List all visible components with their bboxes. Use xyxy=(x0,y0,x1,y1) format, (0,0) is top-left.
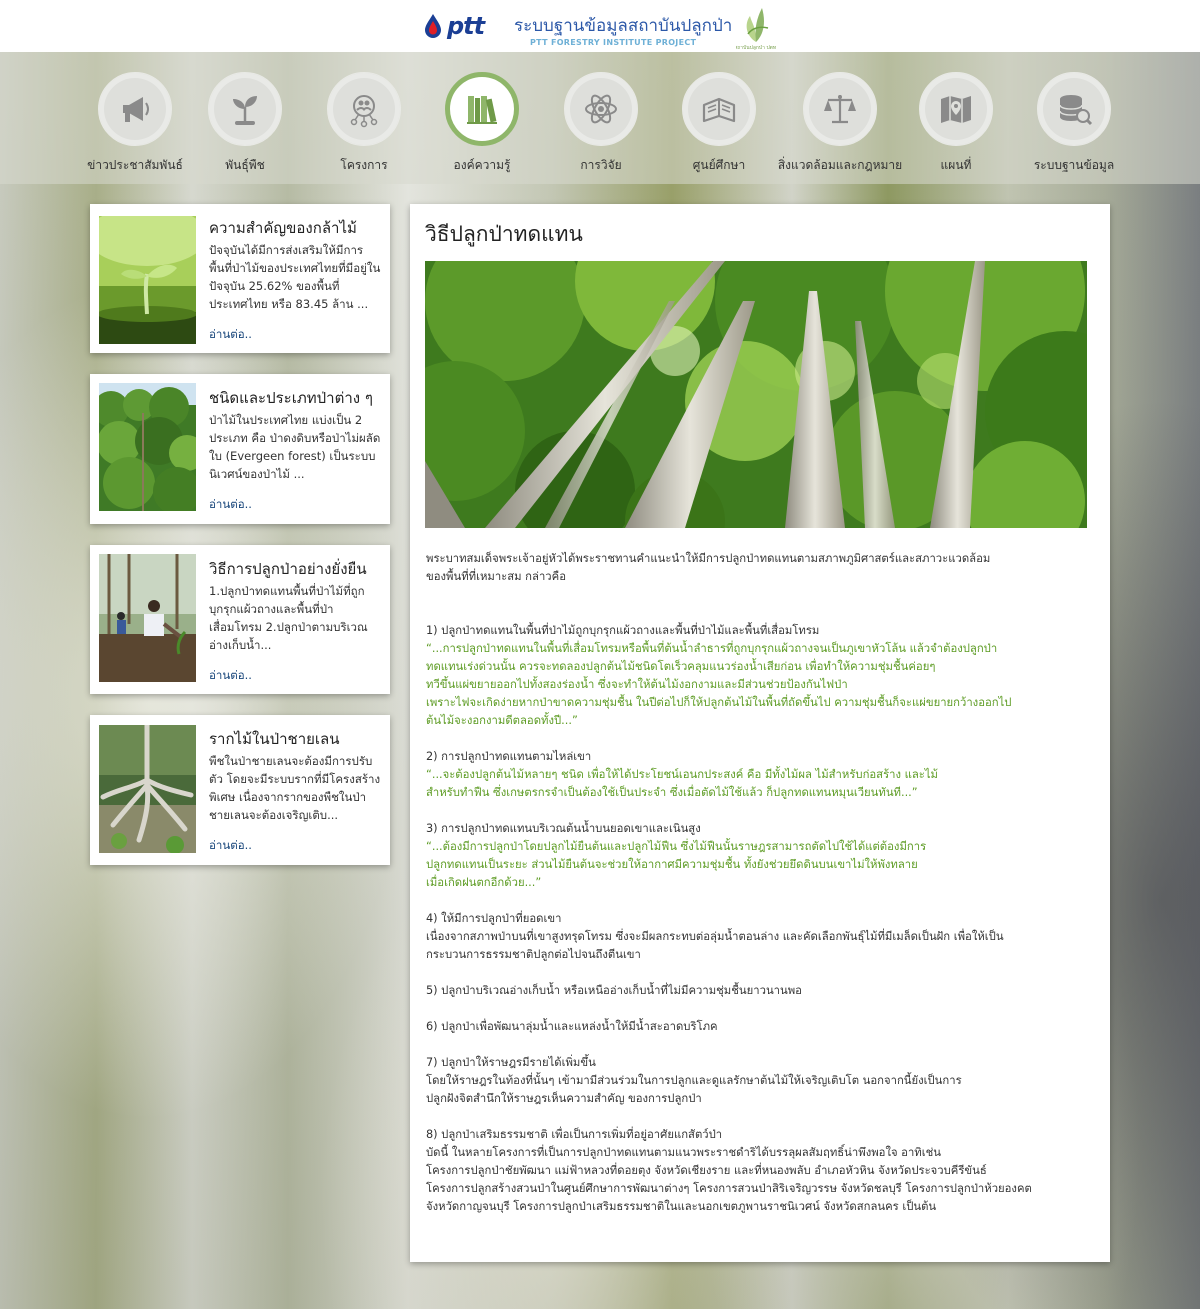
main-nav: ข่าวประชาสัมพันธ์ พันธุ์พืช โครงการ องค์… xyxy=(0,52,1200,184)
open-book-icon xyxy=(682,72,756,146)
section-text: เนื่องจากสภาพป่าบนที่เขาสูงทรุดโทรม ซึ่ง… xyxy=(426,930,1004,943)
card-thumbnail-seedling[interactable] xyxy=(99,216,196,344)
article-title: วิธีปลูกป่าทดแทน xyxy=(425,222,583,246)
article-hero-image xyxy=(425,261,1087,528)
section-heading: 5) ปลูกป่าบริเวณอ่างเก็บน้ำ หรือเหนืออ่า… xyxy=(426,984,802,997)
sprout-icon xyxy=(208,72,282,146)
ptt-wordmark: ptt xyxy=(447,12,485,40)
section-text: โครงการปลูกสร้างสวนป่าในศูนย์ศึกษาการพัฒ… xyxy=(426,1182,1032,1195)
card-thumbnail-forest[interactable] xyxy=(99,383,196,511)
article-card[interactable]: ชนิดและประเภทป่าต่าง ๆ ป่าไม้ในประเทศไทย… xyxy=(90,374,390,524)
read-more-link[interactable]: อ่านต่อ.. xyxy=(209,326,252,344)
section-heading: 4) ให้มีการปลูกป่าที่ยอดเขา xyxy=(426,912,562,925)
atom-icon xyxy=(564,72,638,146)
article-card[interactable]: วิธีการปลูกป่าอย่างยั่งยืน 1.ปลูกป่าทดแท… xyxy=(90,545,390,694)
svg-text:สถาบันปลูกป่า ปตท.: สถาบันปลูกป่า ปตท. xyxy=(736,45,776,50)
card-title[interactable]: ชนิดและประเภทป่าต่าง ๆ xyxy=(209,386,385,410)
card-excerpt: ปัจจุบันได้มีการส่งเสริมให้มีการพื้นที่ป… xyxy=(209,243,381,311)
royal-quote-line: เมื่อเกิดฝนตกอีกด้วย...” xyxy=(426,876,542,889)
royal-quote-line: “...การปลูกป่าทดแทนในพื้นที่เสื่อมโทรมหร… xyxy=(426,642,998,655)
card-thumbnail-planting[interactable] xyxy=(99,554,196,682)
royal-quote-line: สำหรับทำฟืน ซึ่งเกษตรกรจำเป็นต้องใช้เป็น… xyxy=(426,786,918,799)
section-text: โดยให้ราษฎรในท้องที่นั้นๆ เข้ามามีส่วนร่… xyxy=(426,1074,962,1087)
section-heading: 7) ปลูกป่าให้ราษฎรมีรายได้เพิ่มขึ้น xyxy=(426,1056,596,1069)
royal-quote-line: ทดแทนเร่งด่วนนั้น ควรจะทดลองปลูกต้นไม้ชน… xyxy=(426,660,936,673)
nav-item-study-center[interactable]: ศูนย์ศึกษา xyxy=(649,72,789,175)
institute-logo-icon: สถาบันปลูกป่า ปตท. xyxy=(734,2,778,51)
books-icon xyxy=(445,72,519,146)
intro-line: พระบาทสมเด็จพระเจ้าอยู่หัวได้พระราชทานคำ… xyxy=(426,552,991,565)
royal-quote-line: เพราะไฟจะเกิดง่ายหากป่าขาดความชุ่มชื้น ใ… xyxy=(426,696,1012,709)
royal-quote-line: ปลูกทดแทนเป็นระยะ ส่วนไม้ยืนต้นจะช่วยให้… xyxy=(426,858,918,871)
section-text: บัดนี้ ในหลายโครงการที่เป็นการปลูกป่าทดแ… xyxy=(426,1146,941,1159)
section-heading: 8) ปลูกป่าเสริมธรรมชาติ เพื่อเป็นการเพิ่… xyxy=(426,1128,723,1141)
card-excerpt: ป่าไม้ในประเทศไทย แบ่งเป็น 2 ประเภท คือ … xyxy=(209,413,381,481)
section-heading: 2) การปลูกป่าทดแทนตามไหล่เขา xyxy=(426,750,592,763)
card-title[interactable]: ความสำคัญของกล้าไม้ xyxy=(209,216,385,240)
card-title[interactable]: รากไม้ในป่าชายเลน xyxy=(209,727,385,751)
ptt-drop-icon xyxy=(422,13,444,39)
site-title: ระบบฐานข้อมูลสถาบันปลูกป่า xyxy=(514,16,733,36)
brand-block[interactable]: ptt ระบบฐานข้อมูลสถาบันปลูกป่า PTT FORES… xyxy=(420,6,780,51)
read-more-link[interactable]: อ่านต่อ.. xyxy=(209,667,252,685)
article-card[interactable]: รากไม้ในป่าชายเลน พืชในป่าชายเลนจะต้องมี… xyxy=(90,715,390,865)
nav-item-database[interactable]: ระบบฐานข้อมูล xyxy=(1004,72,1144,175)
card-excerpt: 1.ปลูกป่าทดแทนพื้นที่ป่าไม้ที่ถูกบุกรุกแ… xyxy=(209,584,368,652)
section-text: จังหวัดกาญจนบุรี โครงการปลูกป่าเสริมธรรม… xyxy=(426,1200,937,1213)
card-title[interactable]: วิธีการปลูกป่าอย่างยั่งยืน xyxy=(209,557,385,581)
read-more-link[interactable]: อ่านต่อ.. xyxy=(209,837,252,855)
nav-label: ระบบฐานข้อมูล xyxy=(1033,158,1115,172)
intro-line: ของพื้นที่ที่เหมาะสม กล่าวคือ xyxy=(426,570,566,583)
royal-quote-line: “...ต้องมีการปลูกป่าโดยปลูกไม้ยืนต้นและป… xyxy=(426,840,927,853)
site-subtitle: PTT FORESTRY INSTITUTE PROJECT xyxy=(530,38,697,47)
header-bar: ptt ระบบฐานข้อมูลสถาบันปลูกป่า PTT FORES… xyxy=(0,0,1200,52)
ptt-logo[interactable]: ptt xyxy=(422,12,485,40)
card-excerpt: พืชในป่าชายเลนจะต้องมีการปรับตัว โดยจะมี… xyxy=(209,754,381,822)
section-text: กระบวนการธรรมชาติปลูกต่อไปจนถึงตีนเขา xyxy=(426,948,641,961)
section-text: ปลูกฝังจิตสำนึกให้ราษฎรเห็นความสำคัญ ของ… xyxy=(426,1092,702,1105)
article-card[interactable]: ความสำคัญของกล้าไม้ ปัจจุบันได้มีการส่งเ… xyxy=(90,204,390,353)
map-pin-icon xyxy=(919,72,993,146)
read-more-link[interactable]: อ่านต่อ.. xyxy=(209,496,252,514)
royal-quote-line: ทวีขึ้นแผ่ขยายออกไปทั้งสองร่องน้ำ ซึ่งจะ… xyxy=(426,678,848,691)
royal-quote-line: ต้นไม้จะงอกงามดีตลอดทั้งปี...” xyxy=(426,714,578,727)
nav-label: ศูนย์ศึกษา xyxy=(692,158,746,172)
scales-icon xyxy=(803,72,877,146)
royal-quote-line: “...จะต้องปลูกต้นไม้หลายๆ ชนิด เพื่อให้ไ… xyxy=(426,768,939,781)
section-heading: 1) ปลูกป่าทดแทนในพื้นที่ป่าไม้ถูกบุกรุกแ… xyxy=(426,624,820,637)
section-heading: 6) ปลูกป่าเพื่อพัฒนาลุ่มน้ำและแหล่งน้ำให… xyxy=(426,1020,718,1033)
article-panel: วิธีปลูกป่าทดแทน พระบาทสมเด็จพระเจ้าอยู่… xyxy=(410,204,1110,1262)
people-network-icon xyxy=(327,72,401,146)
megaphone-icon xyxy=(98,72,172,146)
article-body: พระบาทสมเด็จพระเจ้าอยู่หัวได้พระราชทานคำ… xyxy=(426,550,1086,1216)
section-text: โครงการปลูกป่าชัยพัฒนา แม่ฟ้าหลวงที่ดอยต… xyxy=(426,1164,987,1177)
database-search-icon xyxy=(1037,72,1111,146)
section-heading: 3) การปลูกป่าทดแทนบริเวณต้นน้ำบนยอดเขาแล… xyxy=(426,822,701,835)
card-thumbnail-mangrove-roots[interactable] xyxy=(99,725,196,853)
